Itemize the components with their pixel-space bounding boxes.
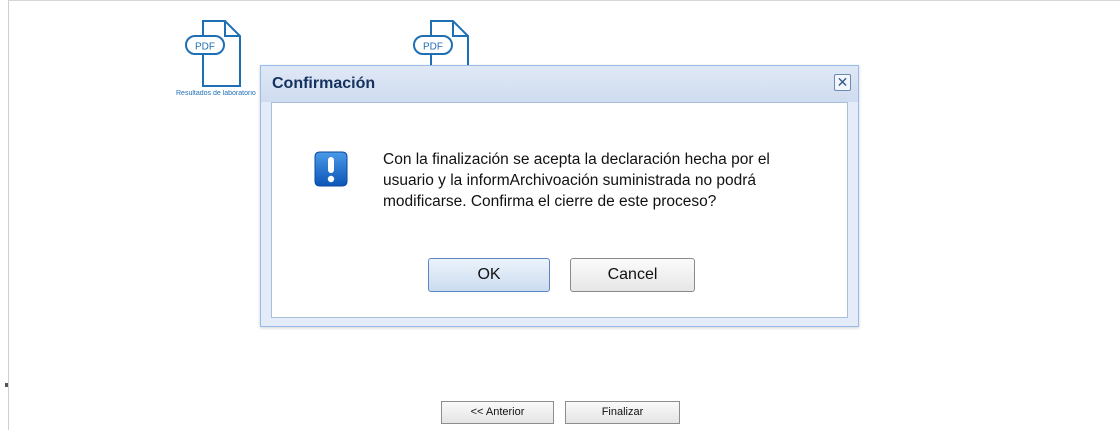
dialog-body: Con la finalización se acepta la declara… bbox=[271, 102, 848, 318]
edge-marker bbox=[5, 383, 8, 387]
finish-button[interactable]: Finalizar bbox=[565, 401, 680, 424]
close-button[interactable]: ✕ bbox=[834, 74, 851, 91]
ok-button[interactable]: OK bbox=[428, 258, 550, 292]
pdf-file-icon: PDF bbox=[185, 20, 241, 87]
cancel-button[interactable]: Cancel bbox=[570, 258, 695, 292]
frame-left-border bbox=[8, 0, 9, 430]
previous-button[interactable]: << Anterior bbox=[441, 401, 554, 424]
dialog-header[interactable]: Confirmación ✕ bbox=[261, 66, 858, 102]
dialog-title: Confirmación bbox=[272, 75, 376, 92]
exclamation-icon bbox=[314, 151, 348, 187]
frame-top-border bbox=[8, 0, 1120, 1]
close-icon: ✕ bbox=[836, 74, 849, 90]
page: PDF Resultados de laboratorio PDF Confir… bbox=[0, 0, 1120, 430]
dialog-message: Con la finalización se acepta la declara… bbox=[383, 151, 770, 210]
pdf-badge: PDF bbox=[195, 42, 215, 53]
document-caption: Resultados de laboratorio bbox=[176, 90, 256, 97]
document-item-1[interactable]: PDF Resultados de laboratorio bbox=[176, 20, 271, 97]
pdf-badge: PDF bbox=[423, 42, 443, 53]
confirmation-dialog: Confirmación ✕ Con la finalización se ac… bbox=[260, 65, 859, 327]
